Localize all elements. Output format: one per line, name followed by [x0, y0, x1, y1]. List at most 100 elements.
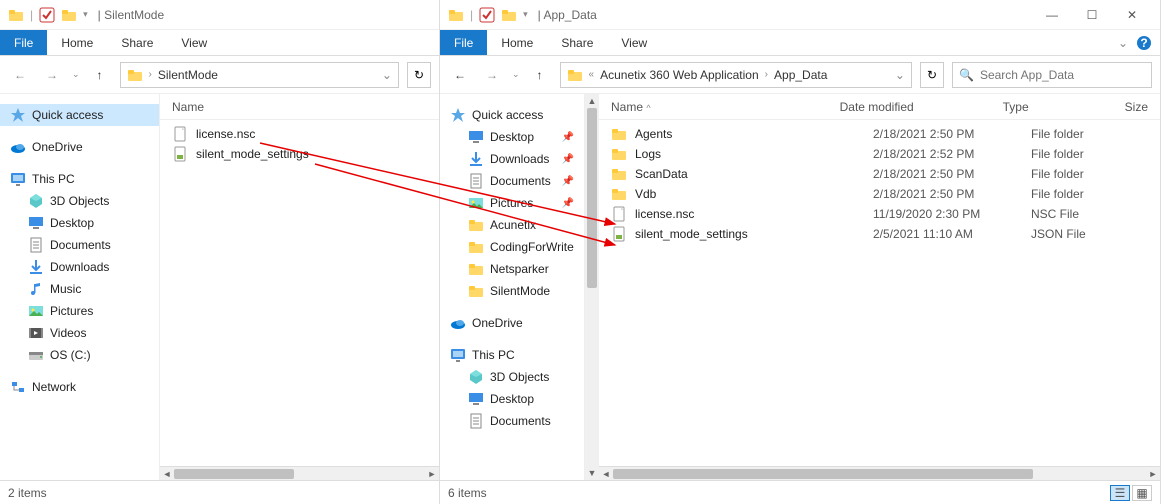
properties-icon[interactable]	[39, 7, 55, 23]
sidebar-item-os-c[interactable]: OS (C:)	[0, 344, 159, 366]
sidebar-item-netsparker[interactable]: Netsparker	[440, 258, 584, 280]
sidebar-item-acunetix[interactable]: Acunetix	[440, 214, 584, 236]
sidebar-item-documents[interactable]: Documents	[0, 234, 159, 256]
sidebar-item-quick-access[interactable]: Quick access	[0, 104, 159, 126]
help-icon[interactable]	[1136, 35, 1152, 51]
scroll-right-arrow[interactable]: ►	[425, 467, 439, 480]
column-date[interactable]: Date modified	[840, 100, 963, 114]
icons-view-button[interactable]: ▦	[1132, 485, 1152, 501]
file-row[interactable]: silent_mode_settings	[160, 144, 439, 164]
address-dropdown[interactable]: ⌄	[895, 68, 905, 82]
folder-icon[interactable]	[501, 7, 517, 23]
breadcrumb-segment[interactable]: SilentMode	[158, 68, 218, 82]
chevron-right-icon[interactable]: ›	[149, 69, 152, 80]
search-input[interactable]	[980, 68, 1145, 82]
folder-icon	[611, 146, 627, 162]
folder-icon[interactable]	[61, 7, 77, 23]
scroll-right-arrow[interactable]: ►	[1146, 467, 1160, 480]
sidebar-item-pictures[interactable]: Pictures📌	[440, 192, 584, 214]
history-dropdown[interactable]: ⌄	[72, 69, 80, 80]
details-view-button[interactable]: ☰	[1110, 485, 1130, 501]
chevron-left-icon[interactable]: «	[589, 69, 595, 80]
maximize-button[interactable]: ☐	[1072, 0, 1112, 30]
chevron-right-icon[interactable]: ›	[765, 69, 768, 80]
sidebar-item-downloads[interactable]: Downloads📌	[440, 148, 584, 170]
back-button[interactable]: ←	[448, 63, 472, 87]
tab-share[interactable]: Share	[547, 30, 607, 55]
sidebar-item-music[interactable]: Music	[0, 278, 159, 300]
scroll-thumb[interactable]	[174, 469, 294, 479]
scroll-thumb[interactable]	[613, 469, 1033, 479]
scroll-left-arrow[interactable]: ◄	[599, 467, 613, 480]
sidebar-item-onedrive[interactable]: OneDrive	[440, 312, 584, 334]
up-button[interactable]: ↑	[528, 63, 552, 87]
sidebar-item-downloads[interactable]: Downloads	[0, 256, 159, 278]
column-size[interactable]: Size	[1125, 100, 1148, 114]
sidebar-item-this-pc[interactable]: This PC	[0, 168, 159, 190]
horizontal-scrollbar[interactable]: ◄ ►	[160, 466, 439, 480]
scroll-thumb[interactable]	[587, 108, 597, 288]
file-row[interactable]: silent_mode_settings2/5/2021 11:10 AMJSO…	[599, 224, 1160, 244]
column-name[interactable]: Name ^	[611, 100, 800, 114]
sidebar-item-onedrive[interactable]: OneDrive	[0, 136, 159, 158]
breadcrumb-segment[interactable]: Acunetix 360 Web Application	[600, 68, 759, 82]
ribbon-toggle[interactable]: ⌄	[1118, 36, 1128, 50]
sidebar-item-videos[interactable]: Videos	[0, 322, 159, 344]
sidebar-item-quick-access[interactable]: Quick access	[440, 104, 584, 126]
folder-row[interactable]: ScanData2/18/2021 2:50 PMFile folder	[599, 164, 1160, 184]
tab-home[interactable]: Home	[487, 30, 547, 55]
tab-home[interactable]: Home	[47, 30, 107, 55]
sidebar-item-desktop[interactable]: Desktop📌	[440, 126, 584, 148]
file-icon	[172, 126, 188, 142]
sidebar-item-desktop[interactable]: Desktop	[0, 212, 159, 234]
file-list-body[interactable]: license.nsc silent_mode_settings	[160, 120, 439, 466]
folder-icon	[468, 261, 484, 277]
qat-dropdown[interactable]: ▾	[83, 9, 88, 20]
breadcrumb-segment[interactable]: App_Data	[774, 68, 827, 82]
tab-share[interactable]: Share	[107, 30, 167, 55]
horizontal-scrollbar[interactable]: ◄ ►	[599, 466, 1160, 480]
properties-icon[interactable]	[479, 7, 495, 23]
tab-view[interactable]: View	[167, 30, 221, 55]
sidebar-item-3d-objects[interactable]: 3D Objects	[440, 366, 584, 388]
sidebar-item-3d-objects[interactable]: 3D Objects	[0, 190, 159, 212]
sidebar-item-silentmode[interactable]: SilentMode	[440, 280, 584, 302]
scroll-up-arrow[interactable]: ▲	[585, 94, 599, 108]
nav-pane-right: Quick access Desktop📌 Downloads📌 Documen…	[440, 94, 585, 480]
folder-row[interactable]: Vdb2/18/2021 2:50 PMFile folder	[599, 184, 1160, 204]
address-dropdown[interactable]: ⌄	[382, 68, 392, 82]
sidebar-item-codingforwriters[interactable]: CodingForWrite	[440, 236, 584, 258]
column-name[interactable]: Name	[172, 100, 204, 114]
file-list-body[interactable]: Agents2/18/2021 2:50 PMFile folder Logs2…	[599, 120, 1160, 466]
back-button[interactable]: ←	[8, 63, 32, 87]
sidebar-item-documents[interactable]: Documents	[440, 410, 584, 432]
history-dropdown[interactable]: ⌄	[512, 69, 520, 80]
folder-row[interactable]: Logs2/18/2021 2:52 PMFile folder	[599, 144, 1160, 164]
sidebar-item-documents[interactable]: Documents📌	[440, 170, 584, 192]
scroll-left-arrow[interactable]: ◄	[160, 467, 174, 480]
tab-file[interactable]: File	[440, 30, 487, 55]
column-type[interactable]: Type	[1003, 100, 1085, 114]
tab-view[interactable]: View	[607, 30, 661, 55]
up-button[interactable]: ↑	[88, 63, 112, 87]
folder-row[interactable]: Agents2/18/2021 2:50 PMFile folder	[599, 124, 1160, 144]
scroll-down-arrow[interactable]: ▼	[585, 466, 599, 480]
sidebar-item-this-pc[interactable]: This PC	[440, 344, 584, 366]
refresh-button[interactable]: ↻	[407, 62, 431, 88]
file-row[interactable]: license.nsc	[160, 124, 439, 144]
search-field[interactable]: 🔍	[952, 62, 1152, 88]
tab-file[interactable]: File	[0, 30, 47, 55]
refresh-button[interactable]: ↻	[920, 62, 944, 88]
window-title: | SilentMode	[98, 8, 165, 22]
sidebar-item-network[interactable]: Network	[0, 376, 159, 398]
address-bar[interactable]: › SilentMode ⌄	[120, 62, 399, 88]
json-file-icon	[172, 146, 188, 162]
vertical-scrollbar-nav[interactable]: ▲ ▼	[585, 94, 599, 480]
close-button[interactable]: ✕	[1112, 0, 1152, 30]
file-row[interactable]: license.nsc11/19/2020 2:30 PMNSC File	[599, 204, 1160, 224]
minimize-button[interactable]: —	[1032, 0, 1072, 30]
qat-dropdown[interactable]: ▾	[523, 9, 528, 20]
address-bar[interactable]: « Acunetix 360 Web Application › App_Dat…	[560, 62, 912, 88]
sidebar-item-pictures[interactable]: Pictures	[0, 300, 159, 322]
sidebar-item-desktop[interactable]: Desktop	[440, 388, 584, 410]
